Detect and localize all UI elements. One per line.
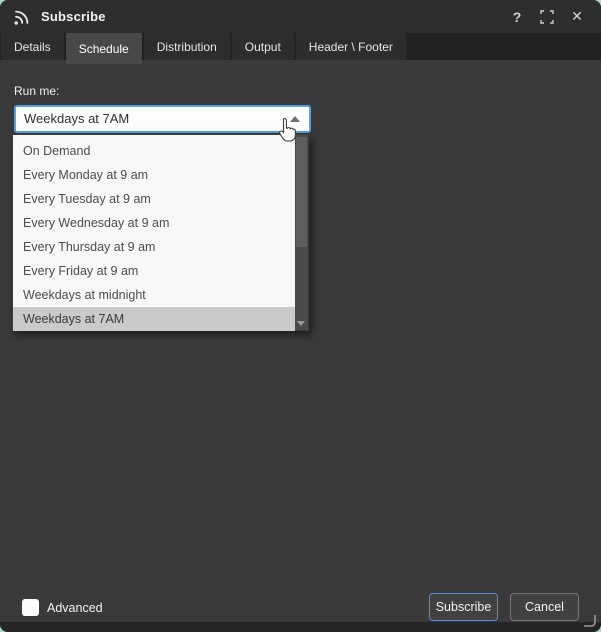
dropdown-option[interactable]: On Demand <box>13 139 295 163</box>
window-bottom-edge <box>0 622 601 632</box>
title-bar: Subscribe ? ✕ <box>0 0 601 33</box>
subscribe-dialog: Subscribe ? ✕ Details Schedule Distribut… <box>0 0 601 632</box>
scrollbar-thumb[interactable] <box>296 137 307 247</box>
window-title: Subscribe <box>41 9 106 24</box>
run-me-label: Run me: <box>14 84 60 98</box>
dropdown-option-list: On Demand Every Monday at 9 am Every Tue… <box>13 135 308 331</box>
resize-grip[interactable] <box>584 615 596 627</box>
dropdown-scrollbar[interactable] <box>295 135 308 330</box>
advanced-checkbox[interactable] <box>22 599 39 616</box>
dropdown-option[interactable]: Every Friday at 9 am <box>13 259 295 283</box>
schedule-panel: Run me: Weekdays at 7AM On Demand Every … <box>0 60 601 622</box>
tab-output[interactable]: Output <box>231 33 294 60</box>
close-icon[interactable]: ✕ <box>565 5 589 29</box>
tab-details[interactable]: Details <box>1 33 64 60</box>
dropdown-option-selected[interactable]: Weekdays at 7AM <box>13 307 295 331</box>
run-me-combobox[interactable]: Weekdays at 7AM <box>14 105 311 133</box>
combobox-value: Weekdays at 7AM <box>24 111 130 126</box>
tab-bar: Details Schedule Distribution Output Hea… <box>0 33 601 64</box>
schedule-dropdown-popup: On Demand Every Monday at 9 am Every Tue… <box>12 134 309 331</box>
advanced-label: Advanced <box>47 601 103 615</box>
help-icon[interactable]: ? <box>505 5 529 29</box>
chevron-up-icon[interactable] <box>290 116 300 122</box>
dropdown-option[interactable]: Every Tuesday at 9 am <box>13 187 295 211</box>
subscribe-button[interactable]: Subscribe <box>429 593 498 621</box>
maximize-icon[interactable] <box>535 5 559 29</box>
feed-icon <box>14 10 29 25</box>
dropdown-option[interactable]: Every Wednesday at 9 am <box>13 211 295 235</box>
cancel-button[interactable]: Cancel <box>510 593 579 621</box>
dropdown-option[interactable]: Every Monday at 9 am <box>13 163 295 187</box>
tab-distribution[interactable]: Distribution <box>143 33 230 60</box>
scroll-down-arrow-icon[interactable] <box>297 321 305 326</box>
tab-header-footer[interactable]: Header \ Footer <box>295 33 406 60</box>
dropdown-option[interactable]: Every Thursday at 9 am <box>13 235 295 259</box>
tab-schedule[interactable]: Schedule <box>65 33 142 64</box>
dropdown-option[interactable]: Weekdays at midnight <box>13 283 295 307</box>
